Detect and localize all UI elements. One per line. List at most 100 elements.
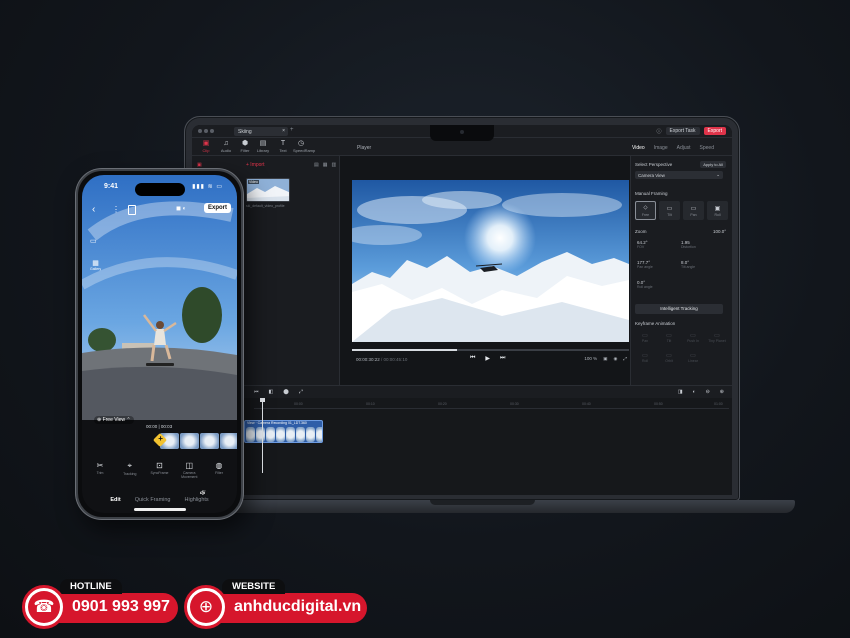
phone-tool-tracking[interactable]: ⌖ Tracking <box>116 461 144 479</box>
export-task-button[interactable]: Export Task <box>665 127 700 135</box>
zoom-level[interactable]: 100 % <box>584 356 597 362</box>
aspect-ratio-icon[interactable] <box>128 205 136 215</box>
phone-side-tool-0[interactable]: ▭ <box>90 237 97 245</box>
phone-side-tool-1[interactable]: ▦ Gallery <box>90 259 101 271</box>
phone-tool-camera-movement-label: Camera Movement <box>181 471 198 479</box>
phone-tool-trim[interactable]: ✂ Trim <box>86 461 114 479</box>
phone-export-button[interactable]: Export <box>203 203 231 213</box>
toolbar-tool-4[interactable]: T Text <box>275 140 291 153</box>
website-badge[interactable]: WEBSITE ⊕ anhducdigital.vn <box>184 579 367 629</box>
timeline-area[interactable]: 00:00 00:10 00:20 00:30 00:40 00:50 01:0… <box>192 398 732 495</box>
back-icon[interactable]: ‹ <box>92 204 95 215</box>
export-button[interactable]: Export <box>703 127 726 135</box>
tracking-icon: ⌖ <box>127 461 132 470</box>
tab-image[interactable]: Image <box>654 145 668 151</box>
timeline-tool-1-icon[interactable]: ◧ <box>269 389 274 395</box>
framing-tilt[interactable]: ▭ Tilt <box>659 201 680 220</box>
ruler-tick: 00:00 <box>294 402 303 406</box>
framing-pan[interactable]: ▭ Pan <box>683 201 704 220</box>
media-folder-icon[interactable]: ▣ <box>197 162 202 168</box>
zoom-out-icon[interactable]: ⊖ <box>706 389 710 395</box>
info-icon[interactable]: ⓘ <box>657 128 662 135</box>
framing-free-icon: ⬦ <box>643 204 648 211</box>
playback-scrubber[interactable] <box>352 349 629 351</box>
tab-adjust[interactable]: Adjust <box>677 145 691 151</box>
param-pan[interactable]: 177.7° Pan angle <box>637 260 653 269</box>
player-label: Player <box>357 145 372 151</box>
website-tag: WEBSITE <box>222 579 286 594</box>
tab-quick-framing[interactable]: Quick Framing <box>135 497 171 503</box>
fullscreen-icon[interactable]: ⤢ <box>623 356 627 362</box>
toolbar-tool-0[interactable]: ▣ Clip <box>198 140 214 153</box>
toolbar-tool-1[interactable]: ♫ Audio <box>218 140 234 153</box>
ruler-tick: 00:20 <box>438 402 447 406</box>
laptop-base <box>170 500 795 513</box>
phone-tool-camera-movement[interactable]: ◫ Camera Movement <box>175 461 203 479</box>
hotline-badge[interactable]: HOTLINE ☎ 0901 993 997 <box>22 579 178 629</box>
keyframe-roll[interactable]: ▭ Roll <box>635 352 655 363</box>
framing-roll[interactable]: ▣ Roll <box>707 201 728 220</box>
phone-clip-strip[interactable] <box>160 433 237 449</box>
param-roll-name: Roll angle <box>637 285 653 289</box>
keyframe-push-in[interactable]: ▭ Push In <box>683 332 703 343</box>
camera-view-value: Camera View <box>638 172 665 178</box>
keyframe-linear[interactable]: ▭ Linear <box>683 352 703 363</box>
toolbar-tool-2[interactable]: ⬢ Filter <box>237 140 253 153</box>
tool-0-icon: ▣ <box>202 140 210 147</box>
snapshot-icon[interactable]: ▣ <box>603 356 607 362</box>
free-view-toggle[interactable]: ⊕ Free View ⌃ <box>94 416 134 424</box>
camera-icon[interactable]: ◉ <box>613 356 617 362</box>
camera-toggle-icon[interactable]: ◼ ◐ <box>176 205 186 212</box>
framing-pan-label: Pan <box>690 212 697 217</box>
framing-free[interactable]: ⬦ Free <box>635 201 656 220</box>
camera-view-select[interactable]: Camera View ⌄ <box>635 171 723 179</box>
tab-highlights[interactable]: Highlights <box>185 497 209 503</box>
framing-roll-icon: ▣ <box>714 205 721 212</box>
param-roll[interactable]: 0.0° Roll angle <box>637 280 653 289</box>
timeline-right-tool-1-icon[interactable]: ◐ <box>693 389 696 395</box>
apply-to-all-button[interactable]: Apply to All <box>700 161 726 168</box>
media-thumbnail[interactable]: Video <box>246 178 290 202</box>
import-button[interactable]: + Import <box>246 162 264 168</box>
keyframe-pan[interactable]: ▭ Pan <box>635 332 655 343</box>
intelligent-tracking-button[interactable]: Intelligent Tracking <box>635 304 723 314</box>
phone-editor-panel: 00:00 | 00:03 + ✂ Trim ⌖ Tracking ⊡ SyncFra… <box>82 420 237 513</box>
param-tilt[interactable]: 8.0° Tilt angle <box>681 260 695 269</box>
timeline-tool-0-icon[interactable]: ⏮ <box>254 389 259 395</box>
toolbar-tool-5[interactable]: ◷ SpeedRamp <box>293 140 315 153</box>
zoom-in-icon[interactable]: ⊕ <box>720 389 724 395</box>
previous-frame-icon[interactable]: ⏮ <box>470 355 475 362</box>
media-view-icons[interactable]: ▤▦▥ <box>314 162 340 168</box>
param-distortion[interactable]: 1.95 Distortion <box>681 240 696 249</box>
phone-tool-syncframe[interactable]: ⊡ SyncFrame <box>146 461 174 479</box>
next-frame-icon[interactable]: ⏭ <box>500 355 505 362</box>
timeline-ruler[interactable]: 00:00 00:10 00:20 00:30 00:40 00:50 01:0… <box>254 401 729 409</box>
new-tab-icon[interactable]: + <box>290 127 294 133</box>
close-tab-icon[interactable]: × <box>282 128 285 134</box>
zoom-value[interactable]: 100.0° <box>713 229 726 234</box>
keyframe-tiny-planet[interactable]: ▭ Tiny Planet <box>707 332 727 343</box>
timeline-clip[interactable]: View · Camera Recording 01_LDT.360 <box>244 420 323 443</box>
tab-speed[interactable]: Speed <box>700 145 714 151</box>
framing-pan-icon: ▭ <box>690 205 697 212</box>
keyframe-tilt[interactable]: ▭ Tilt <box>659 332 679 343</box>
website-url: anhducdigital.vn <box>234 598 362 615</box>
keyframe-orbit[interactable]: ▭ Orbit <box>659 352 679 363</box>
tab-edit[interactable]: Edit <box>110 497 120 503</box>
timeline-right-tool-0-icon[interactable]: ◨ <box>678 389 683 395</box>
timeline-tool-2-icon[interactable]: ⬤ <box>283 389 289 395</box>
play-icon[interactable]: ▶ <box>485 355 490 362</box>
toolbar-tool-3[interactable]: ▤ Library <box>255 140 271 153</box>
framing-roll-label: Roll <box>714 212 721 217</box>
timeline-tool-3-icon[interactable]: ⤢ <box>299 389 303 395</box>
timeline-toolbar: ⏮ ◧ ⬤ ⤢ ◨ ◐ ⊖ ⊕ <box>192 385 732 398</box>
tab-video[interactable]: Video <box>632 145 645 151</box>
param-fov[interactable]: 64.2° FOV <box>637 240 648 249</box>
project-tab[interactable]: Skiing × <box>234 127 288 136</box>
video-preview[interactable] <box>352 180 629 342</box>
phone-mode-tabs: Edit Quick Framing Highlights <box>82 497 237 503</box>
window-controls[interactable] <box>198 129 214 133</box>
playhead[interactable] <box>260 398 265 473</box>
phone-tool-filter[interactable]: ◍ Filter <box>205 461 233 479</box>
more-icon[interactable]: ⋮ <box>112 205 120 214</box>
